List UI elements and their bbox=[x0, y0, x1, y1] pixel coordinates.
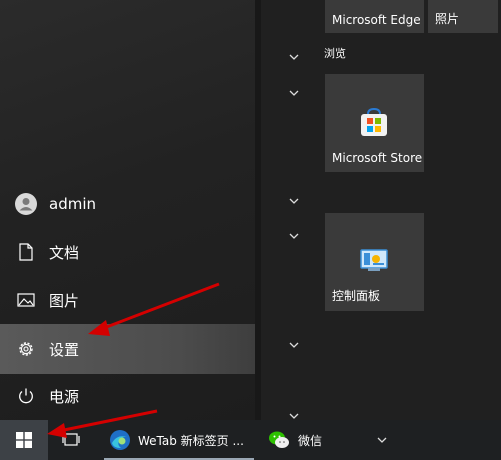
tile-photos-label: 照片 bbox=[435, 12, 460, 26]
tile-control-panel[interactable]: 控制面板 bbox=[325, 213, 424, 311]
task-view-button[interactable] bbox=[50, 420, 92, 460]
taskbar-app-wechat[interactable]: 微信 bbox=[262, 420, 372, 460]
chevron-down-icon[interactable] bbox=[288, 339, 300, 351]
tile-microsoft-edge[interactable]: Microsoft Edge bbox=[325, 0, 424, 33]
task-view-icon bbox=[62, 433, 80, 446]
menu-item-power[interactable]: 电源 bbox=[0, 372, 255, 420]
chevron-down-icon[interactable] bbox=[288, 230, 300, 242]
menu-item-documents[interactable]: 文档 bbox=[0, 228, 255, 276]
tile-microsoft-edge-label: Microsoft Edge bbox=[332, 13, 421, 27]
menu-item-settings-label: 设置 bbox=[49, 340, 80, 359]
chevron-down-icon[interactable] bbox=[374, 420, 390, 460]
taskbar-app-wetab-label: WeTab 新标签页 ... bbox=[138, 433, 244, 448]
user-name: admin bbox=[49, 195, 96, 213]
chevron-down-icon[interactable] bbox=[288, 51, 300, 63]
chevron-down-icon[interactable] bbox=[288, 195, 300, 207]
user-avatar-icon bbox=[15, 193, 37, 215]
taskbar-app-wetab[interactable]: WeTab 新标签页 ... bbox=[104, 420, 254, 460]
gear-icon bbox=[15, 338, 37, 360]
menu-item-settings[interactable]: 设置 bbox=[0, 324, 255, 374]
menu-item-power-label: 电源 bbox=[49, 387, 80, 406]
power-icon bbox=[15, 385, 37, 407]
control-panel-icon bbox=[360, 249, 388, 271]
picture-icon bbox=[15, 289, 37, 311]
menu-item-pictures[interactable]: 图片 bbox=[0, 276, 255, 324]
store-icon bbox=[361, 107, 387, 136]
tile-microsoft-store-label: Microsoft Store bbox=[332, 151, 423, 165]
menu-item-user[interactable]: admin bbox=[0, 180, 255, 228]
tile-group-label: 浏览 bbox=[324, 47, 346, 60]
start-button[interactable] bbox=[0, 420, 48, 460]
menu-item-documents-label: 文档 bbox=[49, 243, 80, 262]
taskbar-app-wechat-label: 微信 bbox=[298, 433, 323, 448]
browser-icon bbox=[110, 430, 130, 450]
menu-item-pictures-label: 图片 bbox=[49, 291, 80, 310]
document-icon bbox=[15, 241, 37, 263]
chevron-down-icon[interactable] bbox=[288, 87, 300, 99]
tiles-pane bbox=[261, 0, 501, 420]
tile-microsoft-store[interactable]: Microsoft Store bbox=[325, 74, 424, 172]
windows-logo-icon bbox=[16, 432, 32, 448]
tile-photos[interactable]: 照片 bbox=[428, 0, 498, 33]
tile-control-panel-label: 控制面板 bbox=[332, 289, 381, 303]
wechat-icon bbox=[269, 431, 289, 448]
